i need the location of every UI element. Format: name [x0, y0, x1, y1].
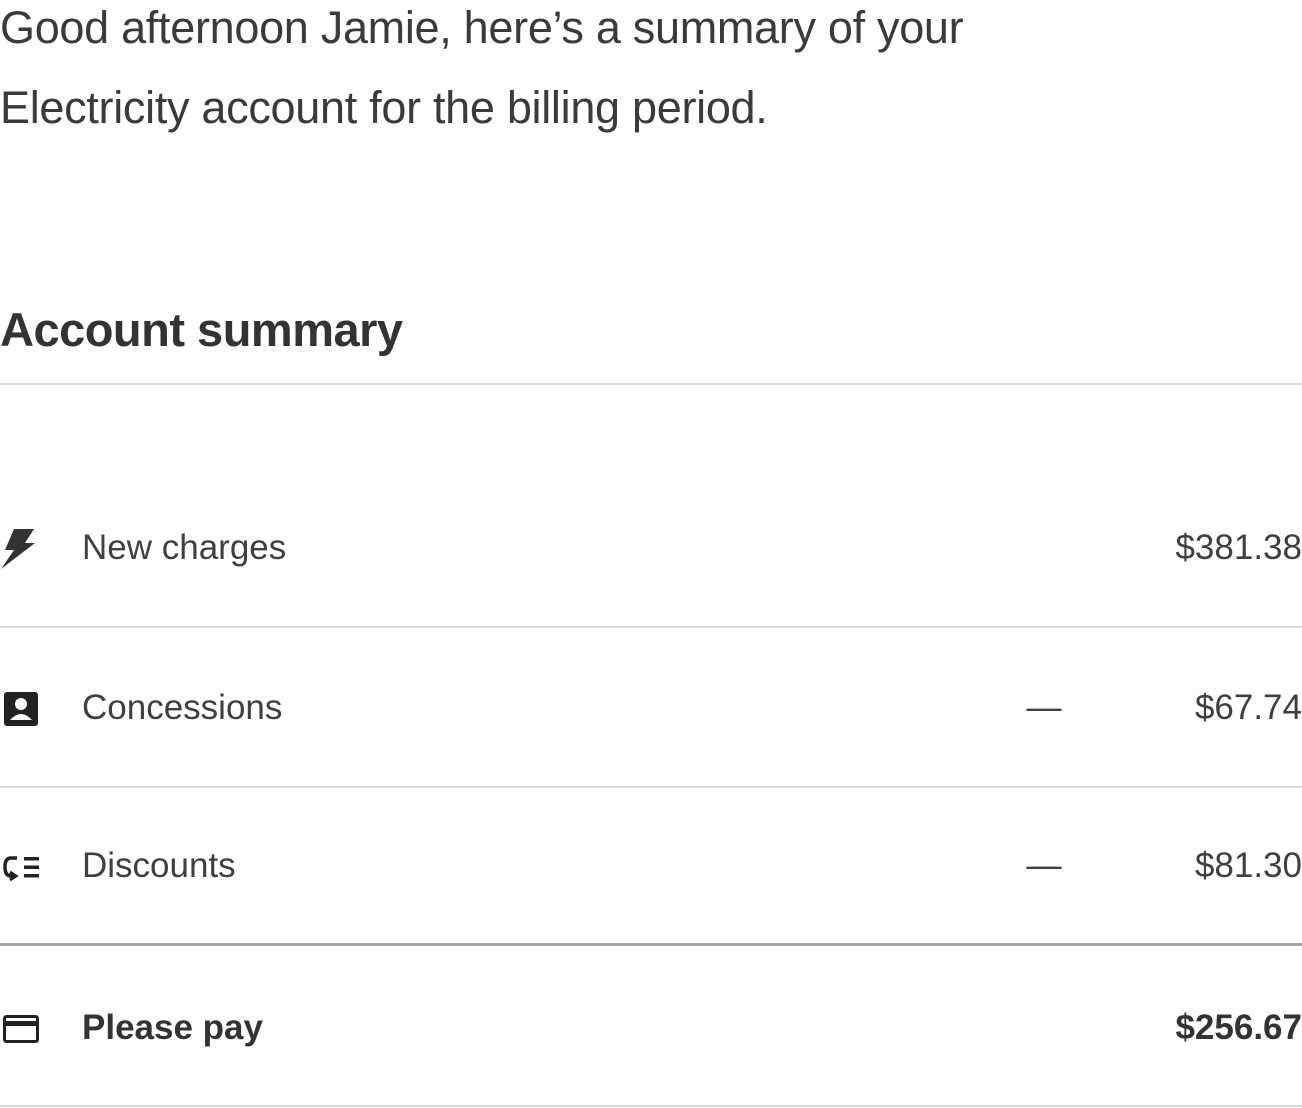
row-divider: [0, 1105, 1302, 1107]
row-label: New charges: [82, 528, 287, 567]
row-amount: $381.38: [1175, 528, 1302, 567]
row-label: Discounts: [82, 846, 236, 885]
lightning-bolt-icon: [0, 528, 42, 570]
row-label: Concessions: [82, 688, 283, 727]
contact-card-icon: [0, 688, 42, 730]
discount-list-icon: [0, 846, 42, 888]
credit-card-icon: [0, 1008, 42, 1050]
row-amount: $67.74: [1194, 688, 1302, 727]
greeting-line-2: Electricity account for the billing peri…: [0, 82, 768, 133]
row-amount: $81.30: [1194, 846, 1302, 885]
summary-row-concessions: Concessions — $67.74: [0, 668, 1302, 748]
summary-row-new-charges: New charges $381.38: [0, 508, 1302, 588]
title-divider: [0, 383, 1302, 385]
minus-sign: —: [1026, 846, 1062, 885]
summary-row-please-pay: Please pay $256.67: [0, 988, 1302, 1068]
total-divider: [0, 943, 1302, 946]
total-label: Please pay: [82, 1008, 263, 1047]
row-divider: [0, 626, 1302, 628]
row-divider: [0, 786, 1302, 788]
greeting-text: Good afternoon Jamie, here’s a summary o…: [0, 0, 1120, 148]
account-summary-title: Account summary: [0, 303, 403, 356]
greeting-line-1: Good afternoon Jamie, here’s a summary o…: [0, 2, 964, 53]
summary-row-discounts: Discounts — $81.30: [0, 826, 1302, 906]
minus-sign: —: [1026, 688, 1062, 727]
total-amount: $256.67: [1175, 1008, 1302, 1047]
